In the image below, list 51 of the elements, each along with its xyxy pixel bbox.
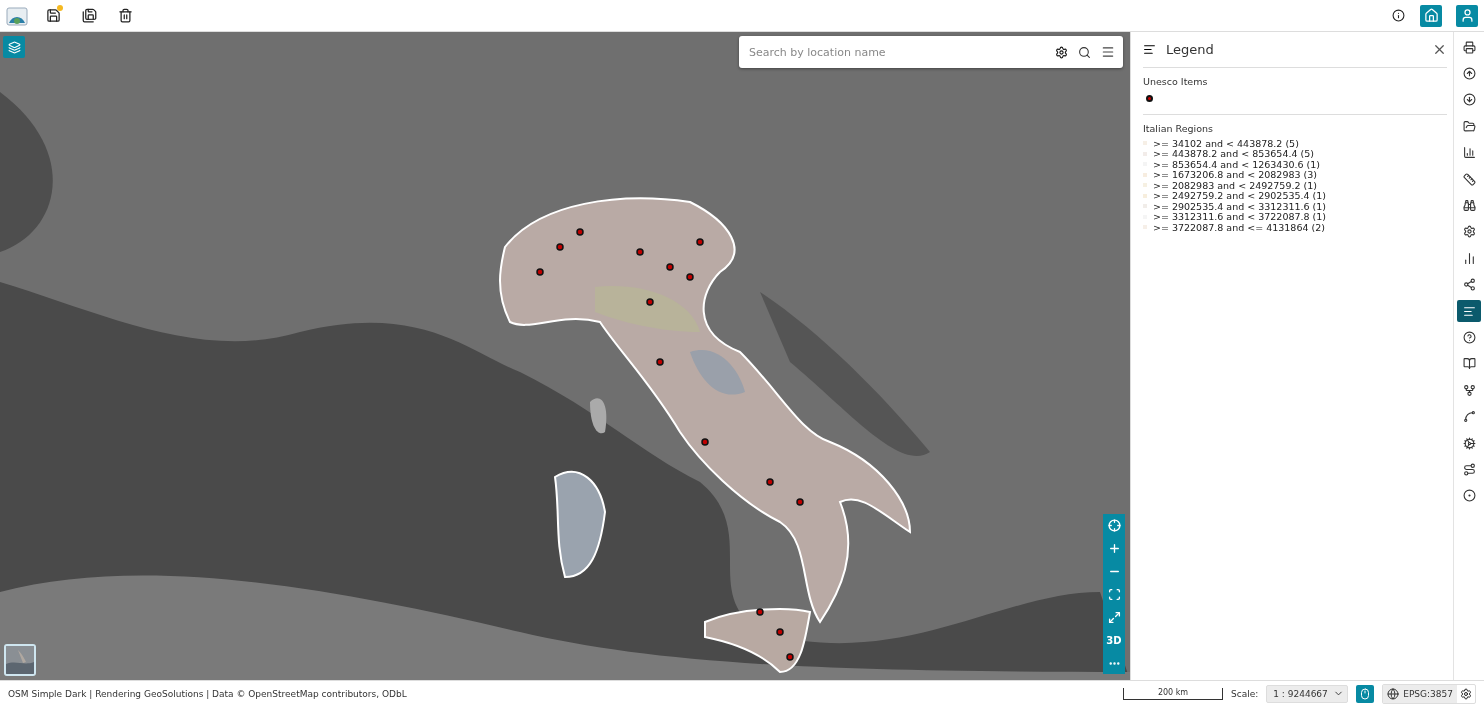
crs-button[interactable]: EPSG:3857 [1383,684,1457,703]
layer-name: Unesco Items [1143,75,1209,89]
mouse-icon [1359,687,1372,700]
help-icon [1462,331,1476,344]
attribution-text: OSM Simple Dark | Rendering GeoSolutions | Data © OpenStreetMap contributors, ODbL [8,688,407,699]
book-icon [1462,357,1476,371]
bar-chart-icon [1462,146,1476,160]
binoculars-icon [1462,199,1476,213]
chart-icon [1462,251,1476,265]
close-icon[interactable] [1432,42,1447,57]
settings-icon [1460,687,1472,700]
layer-name: Italian Regions [1143,122,1214,136]
dot-circle-icon [1462,489,1476,503]
floppy-disk-icon [81,8,97,23]
share-icon [1462,278,1476,292]
user-button[interactable] [1456,4,1478,27]
legend-button[interactable] [1457,299,1481,323]
spline-icon [1462,410,1476,424]
user-icon [1459,8,1475,23]
info-button[interactable] [1390,7,1406,24]
fork-icon [1462,383,1476,397]
point-symbol [1146,95,1153,102]
legend-label: >= 2492759.2 and < 2902535.4 (1) [1153,190,1327,202]
legend-label: >= 853654.4 and < 1263430.6 (1) [1153,158,1320,170]
legend-icon [1143,43,1156,56]
logo-icon[interactable] [6,4,28,27]
mouse-button[interactable] [1356,684,1375,703]
home-button[interactable] [1420,4,1442,27]
trash-icon [117,8,133,23]
scale-dropdown[interactable]: 1 : 9244667 [1266,684,1349,703]
legend-label: >= 2082983 and < 2492759.2 (1) [1153,179,1317,191]
folder-icon [1462,119,1476,133]
upload-icon [1462,67,1476,81]
panel-title: Legend [1166,42,1215,57]
legend-label: >= 1673206.8 and < 2082983 (3) [1153,169,1317,181]
legend-icon [1462,304,1476,318]
legend-label: >= 2902535.4 and < 3312311.6 (1) [1153,200,1327,212]
route-icon [1462,462,1476,476]
globe-icon [1387,687,1400,700]
info-icon [1391,9,1405,22]
legend-label: >= 3312311.6 and < 3722087.8 (1) [1153,211,1327,223]
legend-label: >= 34102 and < 443878.2 (5) [1153,137,1299,149]
scale-label: Scale: [1231,688,1259,699]
home-icon [1423,8,1439,23]
print-icon [1462,40,1476,54]
scale-bar: 200 km [1123,687,1223,700]
download-icon [1462,93,1476,107]
legend-label: >= 3722087.8 and <= 4131864 (2) [1153,221,1325,233]
ruler-icon [1462,172,1476,186]
legend-label: >= 443878.2 and < 853654.4 (5) [1153,148,1314,160]
settings-icon [1462,225,1476,239]
